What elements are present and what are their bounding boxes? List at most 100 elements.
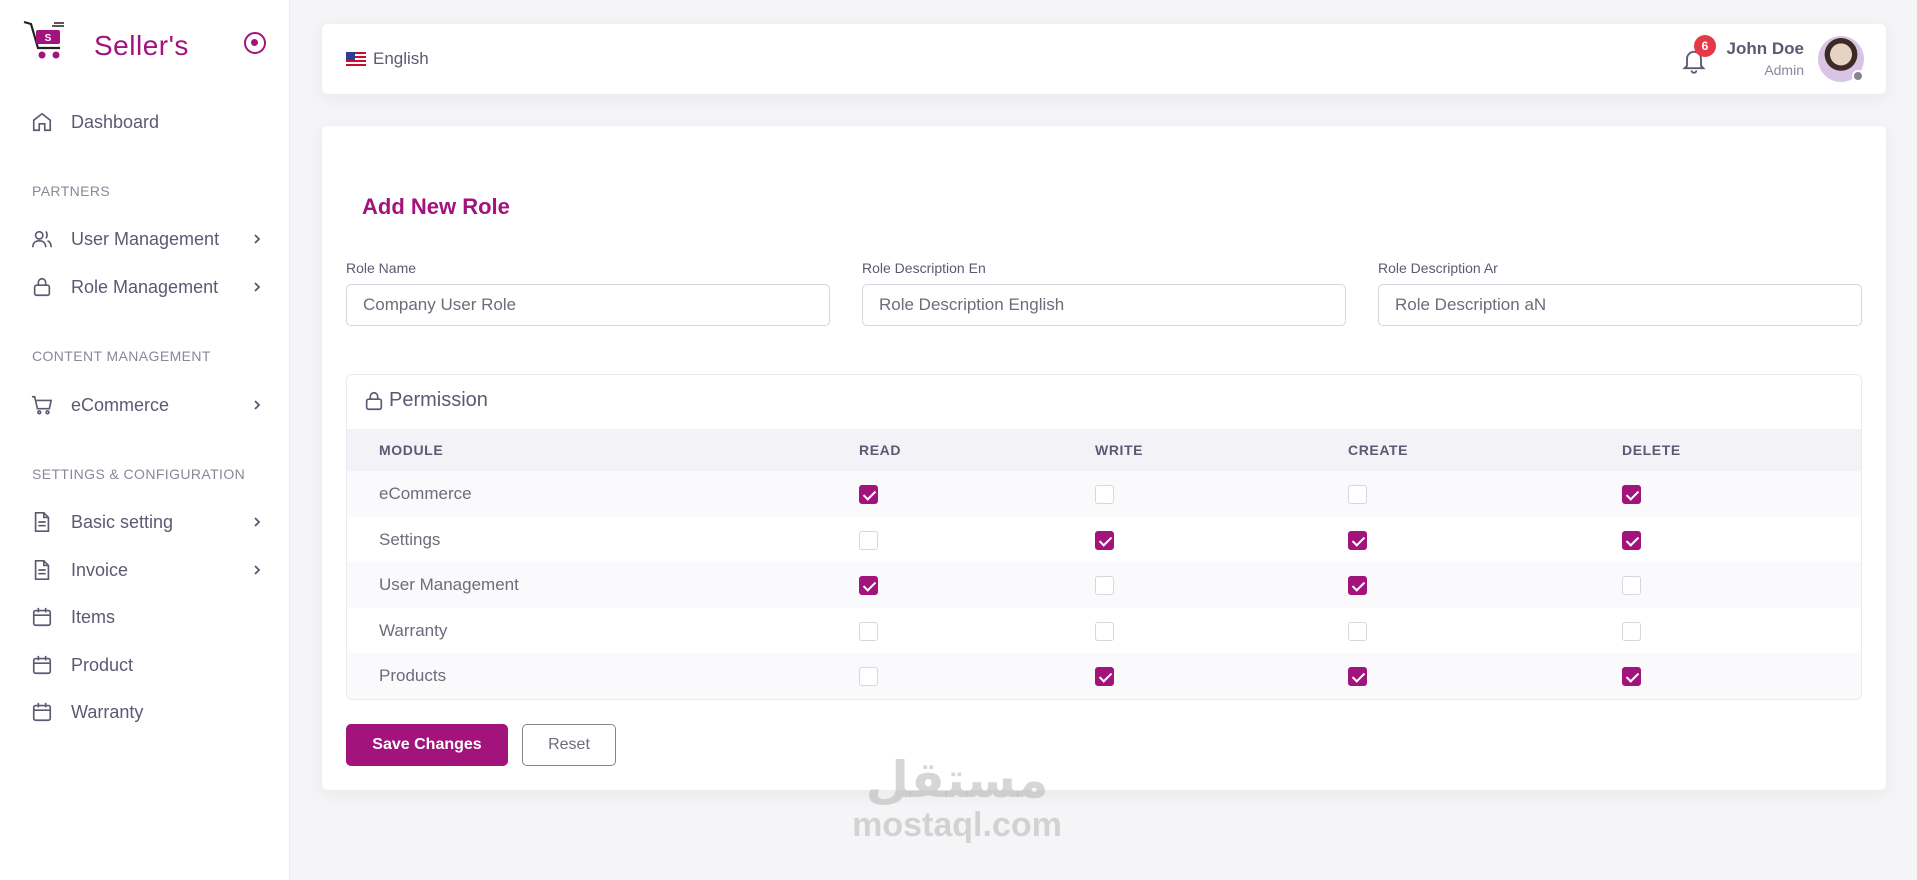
sidebar-item-label: Warranty bbox=[71, 701, 144, 722]
module-name: eCommerce bbox=[379, 484, 472, 503]
language-selector[interactable]: English bbox=[346, 48, 429, 70]
create-checkbox[interactable] bbox=[1348, 530, 1367, 550]
sidebar-item-ecommerce[interactable]: eCommerce bbox=[30, 387, 270, 423]
file-text-icon bbox=[30, 558, 54, 582]
section-title-partners: PARTNERS bbox=[32, 183, 111, 199]
read-checkbox[interactable] bbox=[859, 530, 878, 550]
watermark-latin: mostaql.com bbox=[852, 806, 1062, 844]
sidebar-item-label: Invoice bbox=[71, 559, 129, 580]
svg-text:S: S bbox=[45, 33, 52, 44]
file-text-icon bbox=[30, 510, 54, 534]
us-flag-icon bbox=[346, 52, 366, 66]
chevron-right-icon bbox=[250, 280, 264, 294]
column-header-create: CREATE bbox=[1348, 442, 1409, 458]
sidebar-item-label: Items bbox=[71, 606, 116, 627]
lock-icon bbox=[30, 275, 54, 299]
sidebar-item-label: Product bbox=[71, 654, 134, 675]
read-checkbox[interactable] bbox=[859, 576, 878, 595]
home-icon bbox=[30, 110, 54, 134]
section-title-content: CONTENT MANAGEMENT bbox=[32, 348, 211, 364]
table-header: MODULE READ WRITE CREATE DELETE bbox=[347, 429, 1861, 471]
sidebar-item-items[interactable]: Items bbox=[30, 599, 270, 635]
calendar-icon bbox=[30, 653, 54, 677]
users-icon bbox=[30, 227, 54, 251]
delete-checkbox[interactable] bbox=[1622, 621, 1641, 641]
brand[interactable]: S Seller's bbox=[22, 18, 272, 74]
sidebar-item-label: Dashboard bbox=[71, 111, 160, 132]
chevron-right-icon bbox=[250, 232, 264, 246]
sidebar: S Seller's Dashboard PARTNERS User Manag… bbox=[0, 0, 290, 880]
add-role-card: Add New Role Role Name Role Description … bbox=[322, 126, 1886, 790]
write-checkbox[interactable] bbox=[1095, 530, 1114, 550]
permission-table-card: Permission MODULE READ WRITE CREATE DELE… bbox=[346, 374, 1862, 700]
write-checkbox[interactable] bbox=[1095, 576, 1114, 595]
permission-title: Permission bbox=[389, 389, 488, 411]
sidebar-item-role-management[interactable]: Role Management bbox=[30, 269, 270, 305]
module-name: Products bbox=[379, 666, 447, 685]
section-title-settings: SETTINGS & CONFIGURATION bbox=[32, 466, 246, 482]
read-checkbox[interactable] bbox=[859, 485, 878, 504]
create-checkbox[interactable] bbox=[1348, 621, 1367, 641]
write-checkbox[interactable] bbox=[1095, 667, 1114, 686]
read-checkbox[interactable] bbox=[859, 621, 878, 641]
create-checkbox[interactable] bbox=[1348, 576, 1367, 595]
sidebar-toggle-icon[interactable] bbox=[244, 32, 266, 54]
column-header-write: WRITE bbox=[1095, 442, 1144, 458]
write-checkbox[interactable] bbox=[1095, 485, 1114, 504]
role-description-en-input[interactable] bbox=[862, 284, 1346, 326]
sidebar-item-warranty[interactable]: Warranty bbox=[30, 694, 270, 730]
chevron-right-icon bbox=[250, 515, 264, 529]
table-row: User Management bbox=[347, 562, 1861, 608]
page-title: Add New Role bbox=[362, 194, 510, 219]
chevron-right-icon bbox=[250, 398, 264, 412]
watermark-arabic: مستقل bbox=[865, 751, 1049, 809]
sidebar-item-label: Basic setting bbox=[71, 511, 174, 532]
column-header-delete: DELETE bbox=[1622, 442, 1681, 458]
status-indicator bbox=[1852, 70, 1864, 82]
create-checkbox[interactable] bbox=[1348, 485, 1367, 504]
write-checkbox[interactable] bbox=[1095, 621, 1114, 641]
language-label: English bbox=[373, 49, 429, 68]
top-navbar: English 6 John Doe Admin bbox=[322, 24, 1886, 94]
create-checkbox[interactable] bbox=[1348, 667, 1367, 686]
permission-table: MODULE READ WRITE CREATE DELETE eCommerc… bbox=[347, 429, 1861, 699]
user-role: Admin bbox=[1764, 62, 1804, 78]
shopping-cart-logo-icon: S bbox=[23, 20, 64, 59]
table-row: eCommerce bbox=[347, 471, 1861, 517]
notification-badge: 6 bbox=[1694, 35, 1716, 57]
calendar-icon bbox=[30, 700, 54, 724]
sidebar-item-invoice[interactable]: Invoice bbox=[30, 552, 270, 588]
user-name[interactable]: John Doe bbox=[1727, 39, 1804, 59]
module-name: Warranty bbox=[379, 620, 448, 640]
role-description-en-label: Role Description En bbox=[862, 260, 986, 276]
column-header-read: READ bbox=[859, 442, 902, 458]
role-name-input[interactable] bbox=[346, 284, 830, 326]
delete-checkbox[interactable] bbox=[1622, 576, 1641, 595]
module-name: User Management bbox=[379, 575, 519, 594]
lock-icon bbox=[365, 391, 383, 410]
watermark: مستقل mostaql.com bbox=[842, 752, 1072, 842]
read-checkbox[interactable] bbox=[859, 667, 878, 686]
delete-checkbox[interactable] bbox=[1622, 485, 1641, 504]
table-row: Products bbox=[347, 653, 1861, 699]
reset-button[interactable]: Reset bbox=[522, 724, 616, 766]
sidebar-item-product[interactable]: Product bbox=[30, 647, 270, 683]
column-header-module: MODULE bbox=[379, 442, 444, 458]
table-row: Settings bbox=[347, 517, 1861, 563]
role-name-label: Role Name bbox=[346, 260, 417, 276]
delete-checkbox[interactable] bbox=[1622, 667, 1641, 686]
calendar-icon bbox=[30, 605, 54, 629]
module-name: Settings bbox=[379, 529, 441, 549]
sidebar-item-label: eCommerce bbox=[71, 394, 170, 415]
save-changes-button[interactable]: Save Changes bbox=[346, 724, 508, 766]
role-description-ar-input[interactable] bbox=[1378, 284, 1862, 326]
table-row: Warranty bbox=[347, 608, 1861, 654]
brand-name: Seller's bbox=[94, 30, 189, 61]
sidebar-item-basic-setting[interactable]: Basic setting bbox=[30, 504, 270, 540]
sidebar-item-label: User Management bbox=[71, 228, 220, 249]
sidebar-item-label: Role Management bbox=[71, 276, 219, 297]
sidebar-item-dashboard[interactable]: Dashboard bbox=[30, 104, 270, 140]
sidebar-item-user-management[interactable]: User Management bbox=[30, 221, 270, 257]
permission-header: Permission bbox=[363, 389, 488, 412]
delete-checkbox[interactable] bbox=[1622, 530, 1641, 550]
